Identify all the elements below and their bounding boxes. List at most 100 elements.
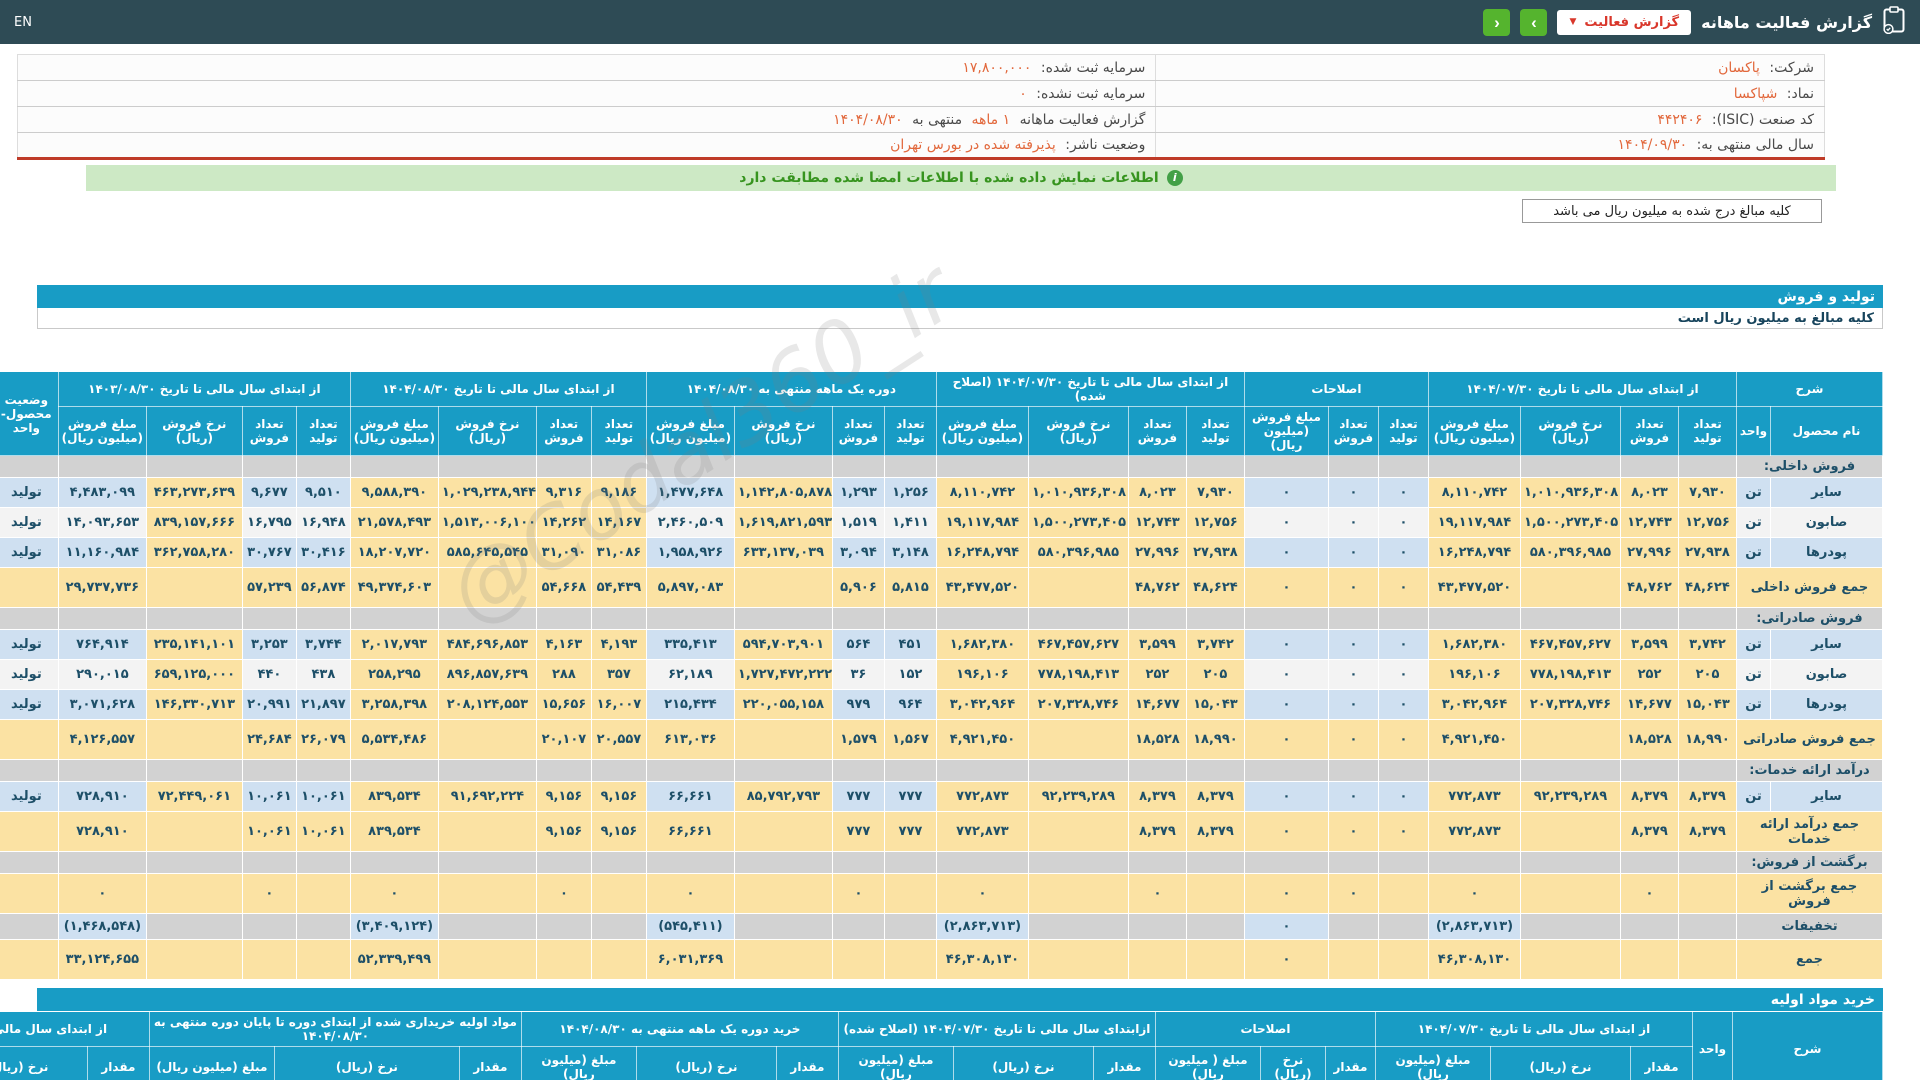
table-cell: ۱۵۲ <box>883 659 937 690</box>
table-cell <box>1127 851 1187 874</box>
column-header: مبلغ (میلیون ریال) <box>837 1046 954 1080</box>
report-period-prefix: گزارش فعالیت ماهانه <box>1019 111 1146 128</box>
table-cell: ۵,۵۳۴,۴۸۶ <box>349 719 439 760</box>
table-cell <box>1327 913 1379 940</box>
table-cell: ۴,۹۲۱,۴۵۰ <box>1427 719 1521 760</box>
table-cell: ۴,۹۲۱,۴۵۰ <box>935 719 1029 760</box>
table-cell: ۹,۶۷۷ <box>241 477 297 508</box>
table-row: تخفیفات (۲,۸۶۳,۷۱۳) ۰ (۲,۸۶۳,۷۱۳) (۵۴۵,۴۱۱) (… <box>0 913 1884 940</box>
table-cell <box>57 607 147 630</box>
fiscal-year-value: ۱۴۰۴/۰۹/۳۰ <box>1617 137 1688 153</box>
table-cell <box>295 939 351 980</box>
table-cell <box>883 851 937 874</box>
table-cell: ۱,۰۲۹,۲۳۸,۹۴۴ <box>437 477 537 508</box>
section-label-cell: برگشت از فروش: <box>1735 851 1884 874</box>
table-cell: ۷۷۷ <box>883 811 937 852</box>
table-cell <box>733 455 833 478</box>
table-cell: ۱۵,۰۴۳ <box>1677 689 1737 720</box>
table-cell: ۱۶,۲۴۸,۷۹۴ <box>1427 537 1521 568</box>
column-header: نرخ فروش (ریال) <box>1519 406 1621 456</box>
table-cell <box>645 455 735 478</box>
table-cell: ۹,۱۵۶ <box>535 781 592 812</box>
table-cell: ۱۹,۱۱۷,۹۸۴ <box>1427 507 1521 538</box>
table-cell <box>145 939 243 980</box>
table-cell <box>295 873 351 914</box>
table-cell <box>145 759 243 782</box>
column-header: مقدار <box>86 1046 150 1080</box>
table-cell: ۶,۰۳۱,۳۶۹ <box>645 939 735 980</box>
table-cell: ۰ <box>1427 873 1521 914</box>
table-cell: ۱۹۶,۱۰۶ <box>1427 659 1521 690</box>
fiscal-year-cell: سال مالی منتهی به: ۱۴۰۴/۰۹/۳۰ <box>1155 132 1825 159</box>
monthly-activity-report-page: گزارش فعالیت ماهانه گزارش فعالیت ▼ › ‹ E… <box>0 0 1920 1080</box>
column-header: تعداد فروش <box>535 406 592 456</box>
table-cell: ۷۷۷ <box>883 781 937 812</box>
column-header: واحد <box>1735 406 1772 456</box>
table-row: فروش صادراتی: <box>0 607 1884 630</box>
table-cell: ۱۸,۵۲۸ <box>1127 719 1187 760</box>
language-toggle-en[interactable]: EN <box>14 15 32 30</box>
table-header-row: مقدار نرخ (ریال) مبلغ (میلیون ریال) مقدار نر… <box>0 1046 1883 1080</box>
table-cell: ۰ <box>1327 507 1379 538</box>
table-cell <box>241 759 297 782</box>
table-cell: ۴۸,۶۲۴ <box>1677 567 1737 608</box>
table-cell <box>57 455 147 478</box>
column-header: تعداد تولید <box>883 406 937 456</box>
table-cell <box>883 873 937 914</box>
table-cell <box>1519 719 1621 760</box>
table-cell: ۰ <box>1619 873 1679 914</box>
column-header: ازابتدای سال مالی تا تاریخ ۱۴۰۴/۰۷/۳۰ (ا… <box>837 1011 1156 1047</box>
table-cell: ۴,۴۸۳,۰۹۹ <box>57 477 147 508</box>
symbol-label: نماد: <box>1786 85 1814 102</box>
table-cell: ۶۶,۶۶۱ <box>645 781 735 812</box>
total-label-cell: جمع فروش داخلی <box>1735 567 1884 608</box>
column-header: اصلاحات <box>1243 371 1429 407</box>
table-cell: ۹,۵۸۸,۳۹۰ <box>349 477 439 508</box>
column-header: شرح <box>1732 1011 1883 1080</box>
product-name-cell: پودرها <box>1770 537 1883 568</box>
symbol-value[interactable]: شپاکسا <box>1734 86 1778 102</box>
table-cell <box>733 759 833 782</box>
table-cell: ۱۹,۱۱۷,۹۸۴ <box>935 507 1029 538</box>
table-cell: ۰ <box>1243 507 1329 538</box>
table-cell: ۸,۱۱۰,۷۴۲ <box>1427 477 1521 508</box>
publisher-status-value: پذیرفته شده در بورس تهران <box>890 137 1056 153</box>
table-cell <box>295 455 351 478</box>
table-cell: ۱,۵۷۹ <box>831 719 885 760</box>
table-cell: ۰ <box>1243 537 1329 568</box>
table-cell <box>1519 607 1621 630</box>
next-report-button[interactable]: › <box>1520 8 1548 36</box>
table-row: سال مالی منتهی به: ۱۴۰۴/۰۹/۳۰ وضعیت ناشر… <box>16 132 1825 159</box>
company-value[interactable]: پاکسان <box>1718 60 1760 76</box>
table-cell: ۰ <box>1377 477 1429 508</box>
table-cell <box>241 455 297 478</box>
product-name-cell: صابون <box>1770 507 1883 538</box>
column-header: تعداد تولید <box>1377 406 1429 456</box>
table-row: سایر تن ۳,۷۴۲ ۳,۵۹۹ ۴۶۷,۴۵۷,۶۲۷ ۱,۶۸۲,۳۸۰ ۰ ۰ ۰ ۳… <box>0 629 1883 660</box>
table-cell <box>1127 759 1187 782</box>
table-cell: ۵۸۵,۶۴۵,۵۴۵ <box>437 537 537 568</box>
column-header: مقدار <box>1324 1046 1376 1080</box>
column-header: از ابتدای سال مالی تا تاریخ ۱۴۰۴/۰۷/۳۰ (… <box>935 371 1245 407</box>
table-cell <box>733 607 833 630</box>
table-cell <box>831 851 885 874</box>
column-header: مقدار <box>1630 1046 1693 1080</box>
column-header: تعداد تولید <box>1677 406 1737 456</box>
previous-report-button[interactable]: ‹ <box>1483 8 1511 36</box>
table-cell <box>295 913 351 940</box>
table-cell: ۱,۲۵۶ <box>883 477 937 508</box>
table-row: صابون تن ۱۲,۷۵۶ ۱۲,۷۴۳ ۱,۵۰۰,۲۷۳,۴۰۵ ۱۹,۱۱۷,۹… <box>0 507 1883 538</box>
table-cell <box>1519 811 1621 852</box>
table-cell: ۰ <box>1377 537 1429 568</box>
table-cell: ۳,۷۴۲ <box>1185 629 1245 660</box>
unit-cell: تن <box>1735 507 1772 538</box>
report-type-dropdown[interactable]: گزارش فعالیت ▼ <box>1557 9 1692 35</box>
table-cell: ۸,۱۱۰,۷۴۲ <box>935 477 1029 508</box>
table-cell: ۹,۱۸۶ <box>590 477 647 508</box>
table-cell <box>1677 607 1737 630</box>
product-name-cell: سایر <box>1770 781 1883 812</box>
table-cell: ۲۶,۰۷۹ <box>295 719 351 760</box>
column-header: مبلغ (میلیون ریال) <box>520 1046 637 1080</box>
table-cell: ۱,۵۰۰,۲۷۳,۴۰۵ <box>1027 507 1129 538</box>
table-cell <box>1027 607 1129 630</box>
